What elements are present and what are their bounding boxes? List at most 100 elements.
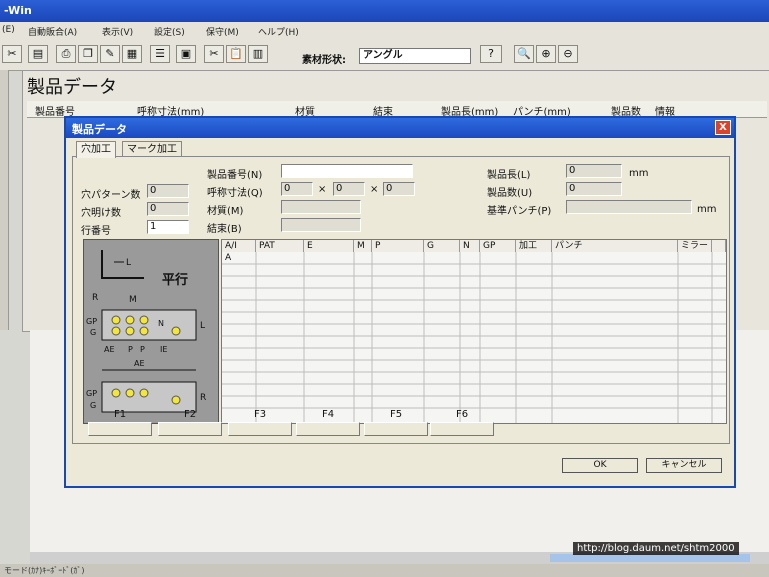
nominal-size-c-field[interactable]: 0: [383, 182, 415, 196]
grid-column-header[interactable]: 加工: [516, 240, 552, 252]
toolbar-cut-icon[interactable]: ✂: [2, 45, 22, 63]
menu-item-maintenance[interactable]: 保守(M): [206, 25, 239, 38]
nominal-size-a-field[interactable]: 0: [281, 182, 313, 196]
toolbar: ✂ ▤ ⎙ ❐ ✎ ▦ ☰ ▣ ✂ 📋 ▥ 素材形状: アングル ? 🔍 ⊕ ⊖: [0, 40, 769, 71]
menu-bar: (E) 自動販合(A) 表示(V) 設定(S) 保守(M) ヘルプ(H): [0, 22, 769, 41]
grid-column-header[interactable]: E: [304, 240, 354, 252]
angle-hole-diagram: L 平行 R M GP G N L AE P P IE AE GP G R: [83, 239, 219, 424]
hole-marker: [125, 388, 135, 398]
grid-column-header[interactable]: PAT: [256, 240, 304, 252]
fkey-label-f2: F2: [183, 409, 197, 420]
page-title: 製品データ: [27, 77, 117, 98]
watermark-text: http://blog.daum.net/shtm2000: [573, 542, 739, 555]
diagram-label: GP: [86, 389, 97, 398]
left-strip: [0, 70, 9, 330]
screen: -Win (E) 自動販合(A) 表示(V) 設定(S) 保守(M) ヘルプ(H…: [0, 0, 769, 577]
app-titlebar: -Win: [0, 0, 769, 22]
help-icon[interactable]: ?: [480, 45, 502, 63]
f4-button[interactable]: [296, 422, 360, 436]
length-field[interactable]: 0: [566, 164, 622, 178]
toolbar-list-icon[interactable]: ☰: [150, 45, 170, 63]
grid-column-header-filler: [712, 240, 726, 252]
quantity-field[interactable]: 0: [566, 182, 622, 196]
zoom-icon[interactable]: 🔍: [514, 45, 534, 63]
menu-item-edit[interactable]: (E): [2, 25, 15, 35]
grid-cell[interactable]: A: [225, 253, 231, 263]
shape-label: 素材形状:: [302, 55, 346, 66]
hole-pattern-count-field[interactable]: 0: [147, 184, 189, 198]
close-icon[interactable]: X: [715, 120, 731, 135]
punch-label: 基準パンチ(P): [487, 206, 552, 217]
fkey-label-f4: F4: [321, 409, 335, 420]
status-text: モード(ｶﾅ)ｷｰﾎﾞｰﾄﾞ(ｶﾞ): [4, 566, 85, 575]
punch-field[interactable]: [566, 200, 692, 214]
zoom-in-icon[interactable]: ⊕: [536, 45, 556, 63]
fkey-label-f3: F3: [253, 409, 267, 420]
toolbar-save-icon[interactable]: ▣: [176, 45, 196, 63]
f5-button[interactable]: [364, 422, 428, 436]
fkey-label-f5: F5: [389, 409, 403, 420]
grid-column-header[interactable]: P: [372, 240, 424, 252]
grid-column-header[interactable]: パンチ: [552, 240, 678, 252]
row-number-field[interactable]: 1: [147, 220, 189, 234]
menu-item-help[interactable]: ヘルプ(H): [258, 25, 299, 38]
tab-hole-processing[interactable]: 穴加工: [76, 141, 116, 158]
bundle-label: 結束(B): [207, 224, 242, 235]
grid-column-header[interactable]: G: [424, 240, 460, 252]
hole-marker: [139, 388, 149, 398]
toolbar-paste-icon[interactable]: ▥: [248, 45, 268, 63]
grid-column-header[interactable]: N: [460, 240, 480, 252]
f3-button[interactable]: [228, 422, 292, 436]
grid-column-header[interactable]: ミラー: [678, 240, 712, 252]
diagram-label: G: [90, 328, 96, 337]
menu-item-view[interactable]: 表示(V): [102, 25, 133, 38]
zoom-out-icon[interactable]: ⊖: [558, 45, 578, 63]
shape-select[interactable]: アングル: [359, 48, 471, 64]
toolbar-scissors-icon[interactable]: ✂: [204, 45, 224, 63]
grid-column-header[interactable]: M: [354, 240, 372, 252]
product-no-field[interactable]: [281, 164, 413, 178]
bundle-field[interactable]: [281, 218, 361, 232]
grid-column-header[interactable]: A/I: [222, 240, 256, 252]
hole-marker: [125, 315, 135, 325]
hole-marker: [139, 315, 149, 325]
length-label: 製品長(L): [487, 170, 531, 181]
angle-profile-shape: [101, 250, 144, 279]
diagram-label: GP: [86, 317, 97, 326]
toolbar-copy-icon[interactable]: ❐: [78, 45, 98, 63]
diagram-label: AE: [134, 359, 145, 368]
grid-lines: [222, 252, 726, 423]
nominal-size-b-field[interactable]: 0: [333, 182, 365, 196]
f1-button[interactable]: [88, 422, 152, 436]
toolbar-edit-icon[interactable]: ✎: [100, 45, 120, 63]
f6-button[interactable]: [430, 422, 494, 436]
toolbar-clipboard-icon[interactable]: 📋: [226, 45, 246, 63]
dialog-titlebar: 製品データ X: [66, 118, 734, 138]
diagram-label: L: [126, 258, 131, 268]
toolbar-grid-icon[interactable]: ▦: [122, 45, 142, 63]
cancel-button[interactable]: キャンセル: [646, 458, 722, 473]
toolbar-print-icon[interactable]: ⎙: [56, 45, 76, 63]
dialog-title: 製品データ: [72, 123, 127, 136]
ok-button[interactable]: OK: [562, 458, 638, 473]
times-sign: ×: [370, 184, 379, 195]
material-label: 材質(M): [207, 206, 244, 217]
material-field[interactable]: [281, 200, 361, 214]
menu-item-auto[interactable]: 自動販合(A): [28, 25, 77, 38]
scrollbar-thumb[interactable]: [550, 554, 750, 562]
f2-button[interactable]: [158, 422, 222, 436]
hole-marker: [171, 326, 181, 336]
quantity-label: 製品数(U): [487, 188, 533, 199]
hole-grid[interactable]: A/I PAT E M P G N GP 加工 パンチ ミラー A: [221, 239, 727, 424]
grid-column-header[interactable]: GP: [480, 240, 516, 252]
diagram-label: R: [200, 393, 206, 403]
toolbar-open-icon[interactable]: ▤: [28, 45, 48, 63]
fkey-label-f1: F1: [113, 409, 127, 420]
diagram-label: P: [128, 345, 133, 354]
menu-item-settings[interactable]: 設定(S): [154, 25, 185, 38]
hole-count-field[interactable]: 0: [147, 202, 189, 216]
tab-mark-processing[interactable]: マーク加工: [122, 141, 182, 157]
diagram-label: AE: [104, 345, 115, 354]
app-title: -Win: [4, 4, 32, 17]
product-data-dialog: 製品データ X 穴加工 マーク加工 穴パターン数 0 穴明け数 0 行番号 1 …: [64, 116, 736, 488]
